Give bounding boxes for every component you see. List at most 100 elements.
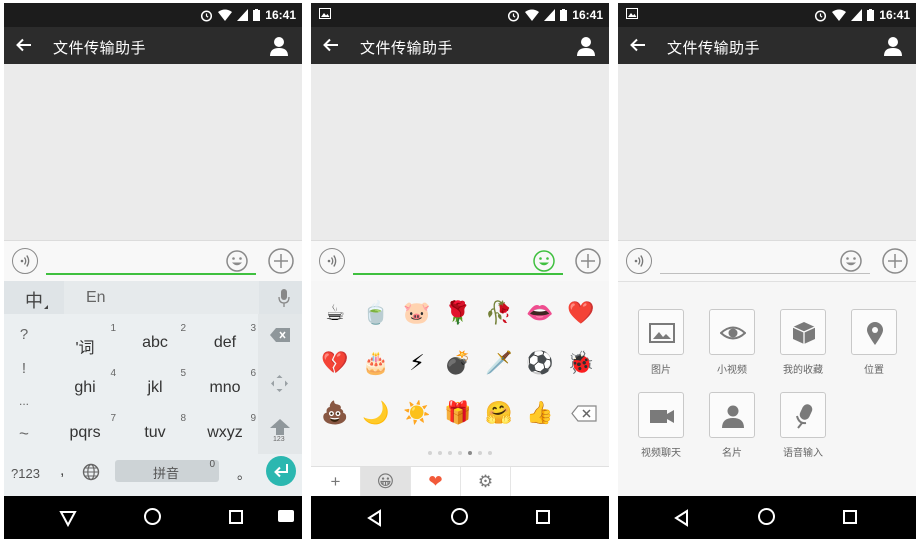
- globe-icon[interactable]: [82, 463, 100, 481]
- shift-icon[interactable]: [270, 419, 290, 435]
- person-icon[interactable]: [268, 35, 290, 57]
- key-4[interactable]: 4 ghi: [50, 363, 120, 407]
- emoji-item[interactable]: 💣: [444, 349, 472, 377]
- emoji-item[interactable]: 👄: [526, 299, 554, 327]
- nav-home-icon[interactable]: [758, 508, 775, 525]
- input-bar: [311, 240, 609, 281]
- nav-recent-icon[interactable]: [229, 510, 243, 524]
- comma-key[interactable]: ,: [60, 462, 64, 480]
- plus-item-location[interactable]: 位置: [844, 309, 904, 379]
- nav-recent-icon[interactable]: [843, 510, 857, 524]
- period-key[interactable]: 。: [237, 464, 251, 484]
- person-icon[interactable]: [575, 35, 597, 57]
- tab-add-emoji[interactable]: +: [311, 467, 361, 497]
- plus-button[interactable]: [575, 248, 601, 274]
- emoji-item[interactable]: 🍵: [362, 299, 390, 327]
- emoji-item[interactable]: ❤️: [567, 299, 595, 327]
- status-bar: 16:41: [4, 3, 302, 27]
- emoji-button[interactable]: [533, 250, 555, 272]
- person-icon[interactable]: [882, 35, 904, 57]
- key-1[interactable]: 1 '词: [50, 318, 120, 362]
- emoji-item[interactable]: 🐷: [403, 299, 431, 327]
- plus-item-image[interactable]: 图片: [631, 309, 691, 379]
- back-arrow-icon[interactable]: [628, 35, 648, 55]
- key-8[interactable]: 8 tuv: [120, 408, 190, 452]
- voice-button[interactable]: [12, 248, 38, 274]
- nav-home-icon[interactable]: [451, 508, 468, 525]
- plus-button[interactable]: [268, 248, 294, 274]
- emoji-item[interactable]: 🗡️: [485, 349, 513, 377]
- alarm-icon: [201, 9, 213, 22]
- nav-home-icon[interactable]: [144, 508, 161, 525]
- key-3[interactable]: 3 def: [190, 318, 260, 362]
- emoji-item[interactable]: 🤗: [485, 399, 513, 427]
- title-bar: 文件传输助手: [618, 27, 916, 64]
- voice-button[interactable]: [319, 248, 345, 274]
- emoji-item[interactable]: 🎂: [362, 349, 390, 377]
- message-input[interactable]: [353, 273, 563, 275]
- emoji-item[interactable]: 🎁: [444, 399, 472, 427]
- plus-button[interactable]: [882, 248, 908, 274]
- emoji-item[interactable]: 👍: [526, 399, 554, 427]
- keyboard-switch-icon[interactable]: [278, 510, 294, 522]
- message-input[interactable]: [46, 273, 256, 275]
- chat-area: [618, 64, 916, 240]
- nav-back-icon[interactable]: [673, 509, 691, 527]
- emoji-item[interactable]: 🐞: [567, 349, 595, 377]
- back-arrow-icon[interactable]: [321, 35, 341, 55]
- gallery-notification-icon: [626, 8, 638, 19]
- back-arrow-icon[interactable]: [14, 35, 34, 55]
- tab-default-emoji[interactable]: 😀: [361, 467, 411, 497]
- key-7[interactable]: 7 pqrs: [50, 408, 120, 452]
- voice-icon: [634, 255, 644, 267]
- emoji-item[interactable]: ⚽: [526, 349, 554, 377]
- plus-item-video-chat[interactable]: 视频聊天: [631, 392, 691, 462]
- punct-key[interactable]: ?: [4, 326, 44, 343]
- plus-item-favorites[interactable]: 我的收藏: [773, 309, 833, 379]
- nav-back-icon[interactable]: [366, 509, 384, 527]
- key-number: 3: [250, 323, 256, 334]
- emoji-button[interactable]: [840, 250, 862, 272]
- signal-icon: [851, 9, 863, 21]
- key-label: mno: [209, 379, 241, 396]
- key-5[interactable]: 5 jkl: [120, 363, 190, 407]
- punct-key[interactable]: ...: [4, 394, 44, 408]
- nav-recent-icon[interactable]: [536, 510, 550, 524]
- key-6[interactable]: 6 mno: [190, 363, 260, 407]
- emoji-delete-icon[interactable]: [571, 405, 597, 422]
- symbols-key[interactable]: ?123: [11, 466, 40, 481]
- emoji-item[interactable]: 🥀: [485, 299, 513, 327]
- key-label: def: [213, 334, 237, 351]
- emoji-item[interactable]: 💩: [321, 399, 349, 427]
- emoji-item[interactable]: ☕: [321, 299, 349, 327]
- key-9[interactable]: 9 wxyz: [190, 408, 260, 452]
- nav-back-icon[interactable]: [59, 509, 77, 527]
- key-2[interactable]: 2 abc: [120, 318, 190, 362]
- voice-button[interactable]: [626, 248, 652, 274]
- emoji-item[interactable]: 💔: [321, 349, 349, 377]
- status-time: 16:41: [265, 8, 296, 22]
- backspace-icon[interactable]: [270, 328, 290, 342]
- emoji-item[interactable]: 🌙: [362, 399, 390, 427]
- tab-favorite-emoji[interactable]: ❤: [411, 467, 461, 497]
- punct-key[interactable]: !: [4, 360, 44, 377]
- signal-icon: [544, 9, 556, 21]
- plus-item-short-video[interactable]: 小视频: [702, 309, 762, 379]
- cursor-move-icon[interactable]: [271, 375, 288, 392]
- tab-emoji-settings[interactable]: ⚙: [461, 467, 511, 497]
- emoji-item[interactable]: 🌹: [444, 299, 472, 327]
- chinese-mode-key[interactable]: 中: [25, 287, 43, 313]
- emoji-button[interactable]: [226, 250, 248, 272]
- microphone-icon[interactable]: [278, 289, 290, 307]
- plus-item-voice-input[interactable]: 语音输入: [773, 392, 833, 462]
- plus-item-box: [851, 309, 897, 355]
- cube-icon: [792, 322, 816, 344]
- space-key[interactable]: 拼音 0: [115, 459, 219, 482]
- emoji-item[interactable]: ⚡: [403, 349, 431, 377]
- punct-key[interactable]: ~: [4, 424, 44, 444]
- message-input[interactable]: [660, 273, 870, 274]
- enter-key[interactable]: [266, 456, 296, 486]
- emoji-item[interactable]: ☀️: [403, 399, 431, 427]
- plus-item-contact-card[interactable]: 名片: [702, 392, 762, 462]
- english-key[interactable]: En: [64, 281, 259, 314]
